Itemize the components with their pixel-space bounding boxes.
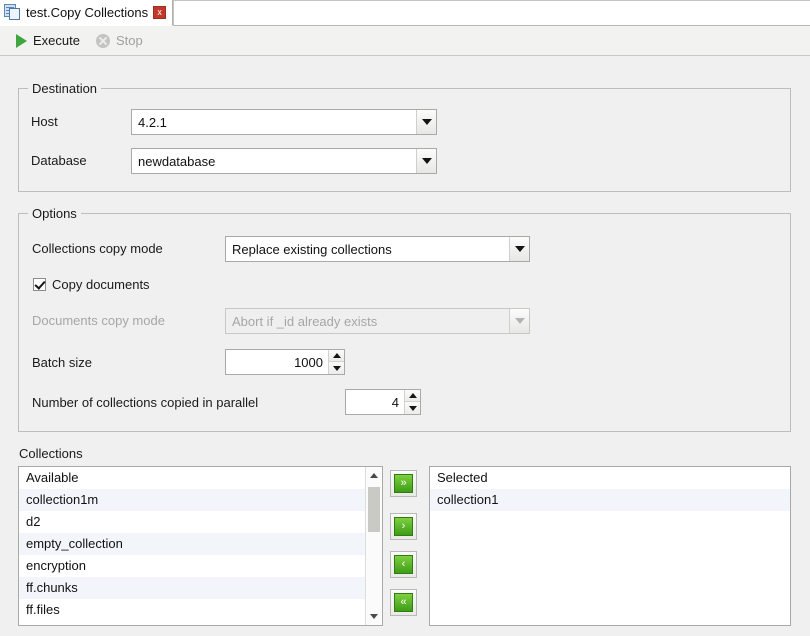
stop-label: Stop xyxy=(116,33,143,48)
collections-copy-mode-label: Collections copy mode xyxy=(32,241,163,256)
add-icon: › xyxy=(394,517,413,536)
add-all-button[interactable]: » xyxy=(390,470,417,497)
host-combo-value: 4.2.1 xyxy=(132,115,416,130)
database-label: Database xyxy=(31,153,87,168)
collections-copy-mode-combo[interactable]: Replace existing collections xyxy=(225,236,530,262)
database-combo[interactable]: newdatabase xyxy=(131,148,437,174)
selected-collections-list[interactable]: Selectedcollection1 xyxy=(429,466,791,626)
destination-group-title: Destination xyxy=(28,81,101,96)
checkbox-icon[interactable] xyxy=(33,278,46,291)
list-item[interactable]: ff.files xyxy=(19,599,382,621)
list-item[interactable]: ff.chunks xyxy=(19,577,382,599)
copy-documents-label: Copy documents xyxy=(52,277,150,292)
play-icon xyxy=(16,34,27,48)
list-item[interactable]: collection1 xyxy=(430,489,790,511)
collections-table-icon xyxy=(4,4,21,21)
toolbar: Execute Stop xyxy=(0,26,810,56)
stepper-up-icon[interactable] xyxy=(329,350,344,362)
documents-copy-mode-combo[interactable]: Abort if _id already exists xyxy=(225,308,530,334)
list-item[interactable]: collection1m xyxy=(19,489,382,511)
add-all-icon: » xyxy=(394,474,413,493)
batch-size-stepper[interactable]: 1000 xyxy=(225,349,345,375)
scroll-down-icon[interactable] xyxy=(366,608,382,625)
remove-icon: ‹ xyxy=(394,555,413,574)
stepper-up-icon[interactable] xyxy=(405,390,420,402)
stop-button[interactable]: Stop xyxy=(90,31,149,50)
destination-group: Destination xyxy=(18,88,791,192)
stepper-down-icon[interactable] xyxy=(329,362,344,374)
parallel-spin-buttons xyxy=(404,390,420,414)
list-item[interactable]: d2 xyxy=(19,511,382,533)
host-combo[interactable]: 4.2.1 xyxy=(131,109,437,135)
copy-documents-checkbox[interactable]: Copy documents xyxy=(33,277,150,292)
tab-copy-collections[interactable]: test.Copy Collections x xyxy=(0,0,173,26)
stop-circle-icon xyxy=(96,34,110,48)
batch-size-label: Batch size xyxy=(32,355,92,370)
tab-strip-filler xyxy=(173,0,810,25)
remove-all-button[interactable]: « xyxy=(390,589,417,616)
batch-size-value[interactable]: 1000 xyxy=(226,350,328,374)
scrollbar-thumb[interactable] xyxy=(368,487,380,532)
chevron-down-icon[interactable] xyxy=(416,110,436,134)
execute-button[interactable]: Execute xyxy=(10,31,86,50)
chevron-down-icon[interactable] xyxy=(509,237,529,261)
available-collections-list[interactable]: Availablecollection1md2empty_collectione… xyxy=(18,466,383,626)
parallel-collections-stepper[interactable]: 4 xyxy=(345,389,421,415)
database-combo-value: newdatabase xyxy=(132,154,416,169)
chevron-down-icon xyxy=(509,309,529,333)
available-list-header[interactable]: Available xyxy=(19,467,382,489)
collections-label: Collections xyxy=(19,446,83,461)
parallel-collections-value[interactable]: 4 xyxy=(346,390,404,414)
execute-label: Execute xyxy=(33,33,80,48)
available-list-scrollbar[interactable] xyxy=(365,467,382,625)
documents-copy-mode-label: Documents copy mode xyxy=(32,313,165,328)
list-item[interactable]: encryption xyxy=(19,555,382,577)
add-button[interactable]: › xyxy=(390,513,417,540)
stepper-down-icon[interactable] xyxy=(405,402,420,414)
tab-bar: test.Copy Collections x xyxy=(0,0,810,26)
chevron-down-icon[interactable] xyxy=(416,149,436,173)
scroll-up-icon[interactable] xyxy=(366,467,382,484)
parallel-collections-label: Number of collections copied in parallel xyxy=(32,395,258,410)
list-item[interactable]: empty_collection xyxy=(19,533,382,555)
documents-copy-mode-value: Abort if _id already exists xyxy=(226,314,509,329)
close-icon[interactable]: x xyxy=(153,6,166,19)
tab-title: test.Copy Collections xyxy=(26,5,148,20)
remove-all-icon: « xyxy=(394,593,413,612)
options-group-title: Options xyxy=(28,206,81,221)
remove-button[interactable]: ‹ xyxy=(390,551,417,578)
collections-copy-mode-value: Replace existing collections xyxy=(226,242,509,257)
selected-list-header[interactable]: Selected xyxy=(430,467,790,489)
host-label: Host xyxy=(31,114,58,129)
batch-size-spin-buttons xyxy=(328,350,344,374)
